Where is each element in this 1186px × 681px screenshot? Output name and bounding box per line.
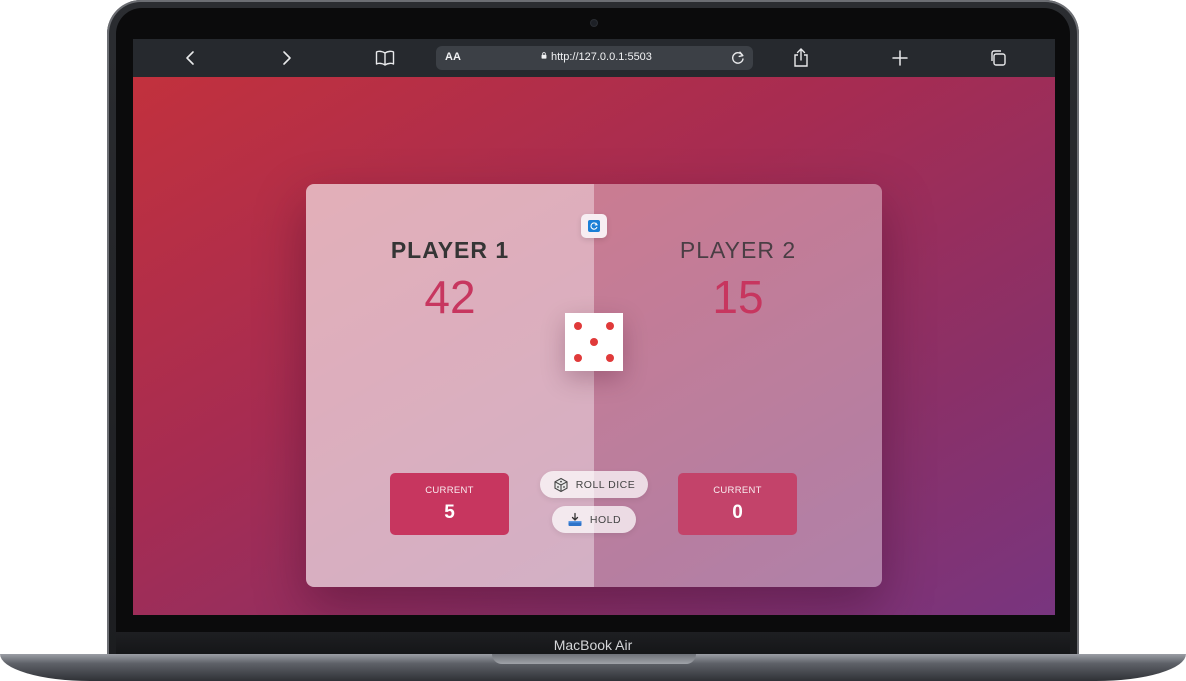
player-2-score: 15: [712, 271, 764, 323]
back-icon[interactable]: [179, 47, 201, 69]
game-card: PLAYER 1 42 CURRENT 5 PLAYER 2 15 CURREN…: [306, 184, 882, 587]
dice-dot: [574, 354, 582, 362]
new-tab-icon[interactable]: [889, 47, 911, 69]
address-bar[interactable]: AA http://127.0.0.1:5503: [436, 46, 753, 70]
reader-text-size-button[interactable]: AA: [445, 51, 461, 63]
player-1-panel: PLAYER 1 42 CURRENT 5: [306, 184, 594, 587]
screen: AA http://127.0.0.1:5503 PLAYER 1 42 CUR…: [133, 39, 1055, 615]
roll-dice-button[interactable]: ROLL DICE: [540, 471, 648, 498]
player-1-name: PLAYER 1: [390, 237, 510, 263]
share-icon[interactable]: [790, 47, 812, 69]
dice-dot: [606, 322, 614, 330]
player-2-panel: PLAYER 2 15 CURRENT 0: [594, 184, 882, 587]
player-2-current-box: CURRENT 0: [678, 473, 797, 535]
browser-toolbar: AA http://127.0.0.1:5503: [133, 39, 1055, 77]
bookmarks-icon[interactable]: [374, 47, 396, 69]
player-1-score: 42: [424, 271, 476, 323]
forward-icon[interactable]: [276, 47, 298, 69]
camera-icon: [591, 20, 597, 26]
new-game-button[interactable]: [581, 214, 607, 238]
roll-dice-label: ROLL DICE: [575, 478, 636, 491]
lock-icon: [541, 52, 547, 59]
dice-cube-icon: [553, 477, 569, 493]
dice: [565, 313, 623, 371]
laptop-hinge-notch: [492, 654, 696, 664]
player-2-name: PLAYER 2: [679, 237, 797, 263]
player-1-current-box: CURRENT 5: [390, 473, 509, 535]
dice-dot: [574, 322, 582, 330]
dice-dot: [606, 354, 614, 362]
web-page: PLAYER 1 42 CURRENT 5 PLAYER 2 15 CURREN…: [133, 77, 1055, 615]
hold-inbox-icon: [567, 512, 583, 528]
new-game-icon: [588, 220, 600, 232]
url-text: http://127.0.0.1:5503: [551, 51, 652, 63]
hold-label: HOLD: [589, 513, 622, 526]
tabs-icon[interactable]: [987, 47, 1009, 69]
dice-dot: [590, 338, 598, 346]
reload-icon[interactable]: [729, 49, 747, 67]
player-1-current-label: CURRENT: [425, 485, 474, 496]
hold-button[interactable]: HOLD: [552, 506, 636, 533]
player-1-current-value: 5: [444, 502, 455, 523]
player-2-current-value: 0: [732, 502, 743, 523]
player-2-current-label: CURRENT: [713, 485, 762, 496]
